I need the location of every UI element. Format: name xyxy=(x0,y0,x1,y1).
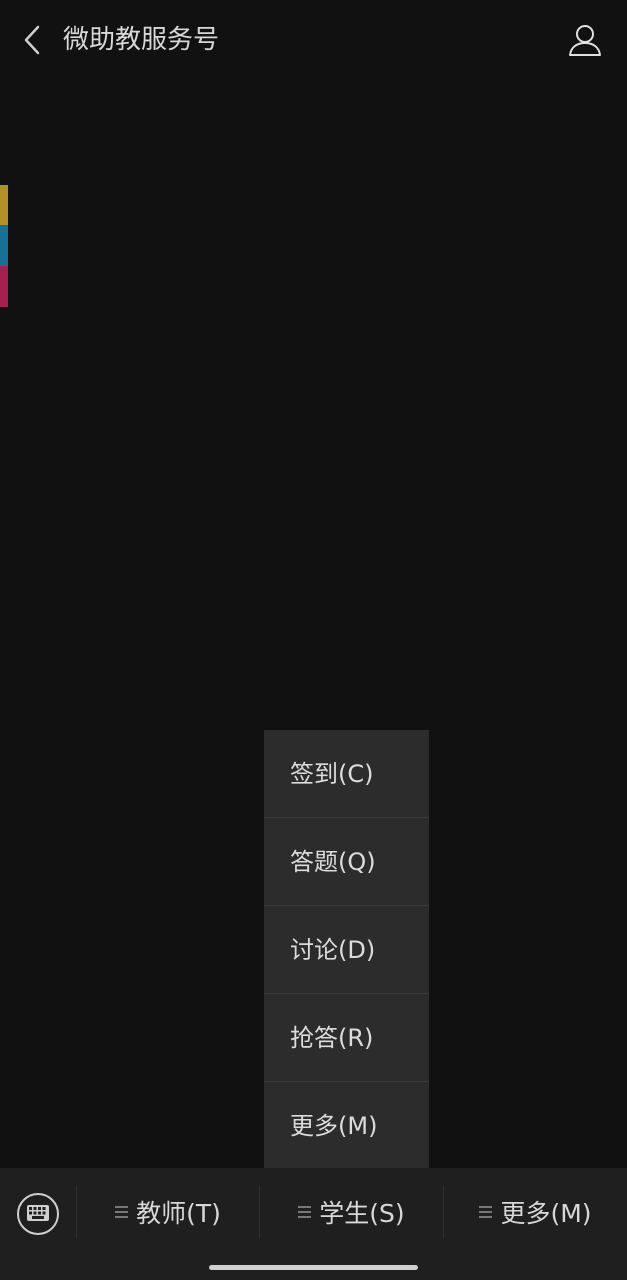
menu-more-label: 更多(M) xyxy=(500,1199,592,1228)
list-icon xyxy=(298,1206,312,1218)
keyboard-toggle-button[interactable] xyxy=(16,1192,60,1236)
header-bar: 微助教服务号 xyxy=(0,0,627,80)
menu-student-label: 学生(S) xyxy=(319,1199,405,1228)
menu-item-more[interactable]: 更多(M) xyxy=(264,1082,429,1168)
menu-item-answer[interactable]: 答题(Q) xyxy=(264,818,429,906)
home-indicator[interactable] xyxy=(209,1265,418,1270)
person-icon xyxy=(569,25,601,56)
chat-screen: 微助教服务号 签到(C) 答题(Q) 讨论(D) 抢答(R) 更多(M) 教师(… xyxy=(0,0,627,1280)
menu-teacher-label: 教师(T) xyxy=(136,1199,221,1228)
menu-more[interactable]: 更多(M) xyxy=(444,1186,627,1238)
profile-button[interactable] xyxy=(565,18,605,62)
edge-strip-magenta xyxy=(0,266,8,307)
page-title: 微助教服务号 xyxy=(63,25,220,55)
menu-item-discussion[interactable]: 讨论(D) xyxy=(264,906,429,994)
edge-strip-gold xyxy=(0,185,8,225)
chevron-left-icon xyxy=(24,25,40,55)
bottom-menu-bar: 教师(T) 学生(S) 更多(M) xyxy=(0,1168,627,1280)
teacher-submenu: 签到(C) 答题(Q) 讨论(D) 抢答(R) 更多(M) xyxy=(264,730,429,1168)
list-icon xyxy=(115,1206,129,1218)
back-button[interactable] xyxy=(12,20,52,60)
edge-strip-blue xyxy=(0,225,8,266)
menu-student[interactable]: 学生(S) xyxy=(260,1186,443,1238)
menu-teacher[interactable]: 教师(T) xyxy=(77,1186,259,1238)
list-icon xyxy=(479,1206,493,1218)
menu-item-quick-answer[interactable]: 抢答(R) xyxy=(264,994,429,1082)
menu-item-checkin[interactable]: 签到(C) xyxy=(264,730,429,818)
keyboard-icon xyxy=(17,1193,59,1235)
